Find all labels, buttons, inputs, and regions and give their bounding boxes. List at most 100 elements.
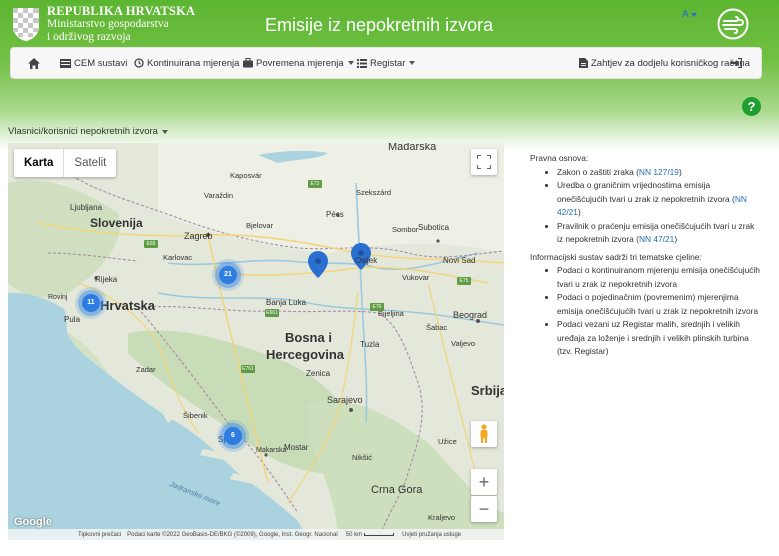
map-label-city: Kraljevo bbox=[428, 513, 456, 522]
nav-continuous[interactable]: Kontinuirana mjerenja bbox=[134, 48, 239, 78]
map-label-city: Vukovar bbox=[402, 273, 430, 282]
road-shield: E65 bbox=[144, 240, 158, 248]
sign-in-icon bbox=[731, 58, 742, 68]
terms-link[interactable]: Uvjeti pružanja usluge bbox=[402, 532, 461, 538]
law-link[interactable]: NN 127/19 bbox=[639, 167, 679, 177]
nav-periodic-dropdown[interactable]: Povremena mjerenja bbox=[243, 48, 354, 78]
marker-cluster[interactable]: 21 bbox=[219, 266, 237, 284]
map-label-city: Karlovac bbox=[163, 253, 193, 262]
chevron-down-icon bbox=[409, 61, 416, 65]
map-label-city: Rovinj bbox=[48, 294, 68, 301]
list-item: Podaci o kontinuiranom mjerenju emisija … bbox=[557, 264, 762, 291]
login-button[interactable] bbox=[731, 48, 745, 78]
road-shield: E661 bbox=[265, 309, 279, 317]
map-type-switch: Karta Satelit bbox=[14, 149, 117, 177]
legal-basis-heading: Pravna osnova: bbox=[530, 153, 589, 163]
chevron-down-icon bbox=[690, 13, 697, 17]
help-button[interactable]: ? bbox=[742, 97, 761, 116]
list-item: Pravilnik o praćenju emisija onečišćujuć… bbox=[557, 220, 762, 247]
home-icon bbox=[28, 57, 40, 69]
map-label-city: Makarska bbox=[256, 447, 287, 454]
map-label-city: Subotica bbox=[418, 223, 450, 232]
nav-cem[interactable]: CEM sustavi bbox=[60, 48, 127, 78]
nav-home[interactable] bbox=[28, 48, 43, 78]
map-label-city: Mostar bbox=[284, 443, 309, 452]
scale-bar bbox=[364, 533, 395, 536]
language-label: A bbox=[682, 9, 689, 20]
marker-cluster[interactable]: 11 bbox=[82, 294, 100, 312]
map-label-city: Pula bbox=[64, 315, 81, 324]
pegman-icon bbox=[480, 424, 488, 443]
zoom-in-button[interactable]: + bbox=[471, 469, 497, 495]
history-icon bbox=[134, 58, 144, 68]
list-item: Podaci o pojedinačnim (povremenim) mjere… bbox=[557, 291, 762, 318]
map-label-country: Slovenija bbox=[90, 216, 143, 230]
owners-dropdown[interactable]: Vlasnici/korisnici nepokretnih izvora bbox=[8, 126, 168, 137]
road-shield: E73 bbox=[308, 180, 322, 188]
map-label-city: Valjevo bbox=[451, 339, 476, 348]
system-list: Podaci o kontinuiranom mjerenju emisija … bbox=[557, 264, 762, 359]
map-label-city: Bjelovar bbox=[246, 221, 274, 230]
map-label-city: Zagreb bbox=[184, 231, 213, 241]
legal-item-suffix: ) bbox=[678, 166, 682, 177]
nav-cem-label: CEM sustavi bbox=[74, 57, 128, 69]
legal-item-suffix: ) bbox=[577, 207, 581, 217]
map-label-country: Mađarska bbox=[388, 143, 437, 153]
air-emission-logo bbox=[717, 8, 749, 40]
map-label-country: Srbija bbox=[471, 383, 504, 398]
map-label-country: Crna Gora bbox=[371, 484, 423, 496]
map-view[interactable]: Mađarska Slovenija Hrvatska Bosna i Herc… bbox=[8, 143, 504, 540]
list-item: Zakon o zaštiti zraka (NN 127/19) bbox=[557, 166, 762, 180]
org-line-2: Ministarstvo gospodarstva bbox=[47, 18, 169, 30]
org-line-3: i održivog razvoja bbox=[47, 31, 131, 43]
header: REPUBLIKA HRVATSKA Ministarstvo gospodar… bbox=[0, 0, 779, 48]
legal-basis-list: Zakon o zaštiti zraka (NN 127/19) Uredba… bbox=[557, 166, 762, 247]
app-title: Emisije iz nepokretnih izvora bbox=[265, 15, 494, 35]
fullscreen-button[interactable] bbox=[471, 149, 497, 175]
map-scale[interactable]: 50 km bbox=[346, 532, 362, 538]
chevron-down-icon bbox=[347, 61, 354, 65]
map-label-city: Novi Sad bbox=[443, 256, 476, 265]
chevron-down-icon bbox=[161, 129, 168, 134]
map-type-satellite-tab[interactable]: Satelit bbox=[64, 149, 116, 177]
marker-cluster[interactable]: 6 bbox=[224, 427, 242, 445]
law-link[interactable]: NN 47/21 bbox=[639, 234, 674, 244]
map-type-map-tab[interactable]: Karta bbox=[14, 149, 65, 177]
zoom-out-button[interactable]: − bbox=[471, 496, 497, 522]
info-panel: Pravna osnova: Zakon o zaštiti zraka (NN… bbox=[530, 152, 762, 359]
map-label-city: Sarajevo bbox=[327, 395, 363, 405]
nav-periodic-label: Povremena mjerenja bbox=[256, 57, 344, 69]
keyboard-shortcuts-link[interactable]: Tipkovni prečaci bbox=[78, 532, 121, 538]
street-view-button[interactable] bbox=[471, 421, 497, 447]
legal-item-suffix: ) bbox=[674, 234, 678, 244]
list-item: Podaci vezani uz Registar malih, srednji… bbox=[557, 318, 762, 359]
owners-dropdown-label: Vlasnici/korisnici nepokretnih izvora bbox=[8, 126, 158, 137]
org-line-1: REPUBLIKA HRVATSKA bbox=[47, 4, 196, 18]
map-label-country: Bosna i bbox=[285, 330, 332, 345]
google-logo: Google bbox=[14, 516, 52, 528]
map-label-city: Ljubljana bbox=[70, 203, 103, 212]
map-label-city: Beograd bbox=[453, 310, 488, 320]
language-dropdown[interactable]: A bbox=[682, 9, 697, 20]
map-label-city: Nikšić bbox=[352, 453, 372, 462]
briefcase-icon bbox=[243, 58, 253, 68]
fullscreen-icon bbox=[477, 155, 491, 169]
map-label-city: Rijeka bbox=[95, 275, 118, 284]
server-icon bbox=[60, 58, 71, 68]
nav-account-request[interactable]: Zahtjev za dodjelu korisničkog računa bbox=[579, 48, 750, 78]
nav-account-request-label: Zahtjev za dodjelu korisničkog računa bbox=[591, 57, 750, 69]
nav-registry-label: Registar bbox=[370, 57, 406, 69]
legal-item-text: Zakon o zaštiti zraka ( bbox=[557, 166, 639, 177]
map-label-city: Varaždin bbox=[204, 191, 234, 200]
map-label-country: Hercegovina bbox=[266, 347, 345, 362]
map-label-city: Pécs bbox=[326, 210, 344, 219]
map-label-city: Kaposvár bbox=[230, 171, 262, 180]
road-shield: E75 bbox=[457, 277, 471, 285]
map-label-country: Hrvatska bbox=[100, 298, 155, 313]
map-label-city: Zenica bbox=[306, 369, 331, 378]
map-footer: Tipkovni prečaci Podaci karte ©2022 GeoB… bbox=[8, 529, 504, 540]
road-shield: E70 bbox=[370, 303, 384, 311]
nav-registry-dropdown[interactable]: Registar bbox=[357, 48, 416, 78]
document-icon bbox=[579, 58, 588, 68]
map-label-city: Osijek bbox=[355, 256, 378, 265]
